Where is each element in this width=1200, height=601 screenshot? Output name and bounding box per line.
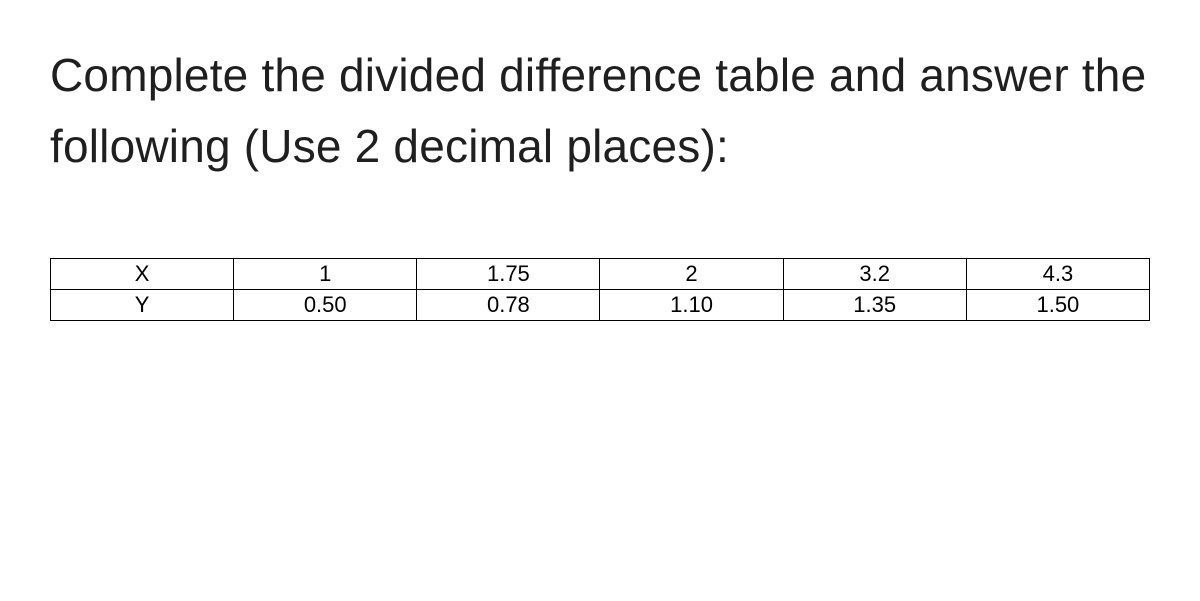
table-cell: 1.10 [600,289,783,320]
table-cell: 3.2 [783,258,966,289]
row-label: Y [51,289,234,320]
table-cell: 1.35 [783,289,966,320]
table-cell: 0.78 [417,289,600,320]
instruction-text: Complete the divided difference table an… [50,40,1150,183]
table-cell: 1.75 [417,258,600,289]
table-row: Y 0.50 0.78 1.10 1.35 1.50 [51,289,1150,320]
table-cell: 4.3 [966,258,1149,289]
table-row: X 1 1.75 2 3.2 4.3 [51,258,1150,289]
table-cell: 2 [600,258,783,289]
table-cell: 1.50 [966,289,1149,320]
table-cell: 0.50 [234,289,417,320]
data-table: X 1 1.75 2 3.2 4.3 Y 0.50 0.78 1.10 1.35… [50,258,1150,321]
table-cell: 1 [234,258,417,289]
row-label: X [51,258,234,289]
